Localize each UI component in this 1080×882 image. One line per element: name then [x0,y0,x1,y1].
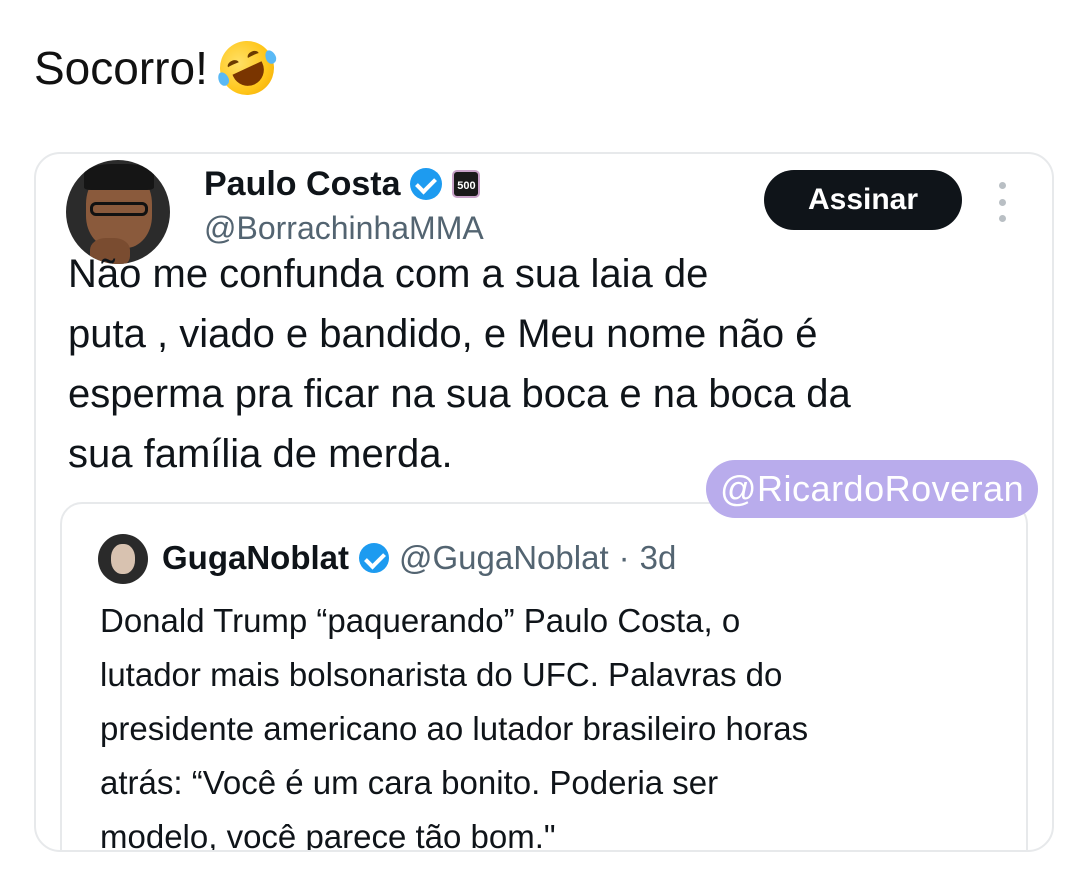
author-handle[interactable]: @BorrachinhaMMA [204,208,484,248]
quoted-tweet-text: Donald Trump “paquerando” Paulo Costa, o… [100,602,809,852]
laughing-emoji-icon [210,32,283,104]
quoted-timestamp[interactable]: 3d [640,532,677,584]
subscribe-button[interactable]: Assinar [764,170,962,230]
quoted-author-handle[interactable]: @GugaNoblat [399,532,609,584]
author-name-row[interactable]: Paulo Costa 500 [204,162,481,206]
more-options-icon[interactable] [996,182,1008,222]
watermark-label: @RicardoRoveran [706,460,1039,518]
affiliate-badge-icon: 500 [452,170,481,198]
verified-badge-icon [410,168,443,200]
tweet-text: Não me confunda com a sua laia de puta ,… [68,252,851,476]
caption-text: Socorro! [34,42,208,94]
quoted-author-name[interactable]: GugaNoblat [162,532,349,584]
screenshot: Socorro! Paulo Costa 500 @BorrachinhaMMA… [0,0,1080,882]
post-caption: Socorro! [34,32,283,104]
quoted-author-avatar[interactable] [98,534,148,584]
embedded-tweet[interactable]: Paulo Costa 500 @BorrachinhaMMA Assinar … [34,152,1054,852]
quoted-header: GugaNoblat @GugaNoblat · 3d [162,532,676,584]
meta-separator: · [618,539,630,576]
verified-badge-icon [359,543,389,573]
author-name[interactable]: Paulo Costa [204,162,400,206]
quoted-tweet[interactable]: GugaNoblat @GugaNoblat · 3d Donald Trump… [60,502,1028,852]
